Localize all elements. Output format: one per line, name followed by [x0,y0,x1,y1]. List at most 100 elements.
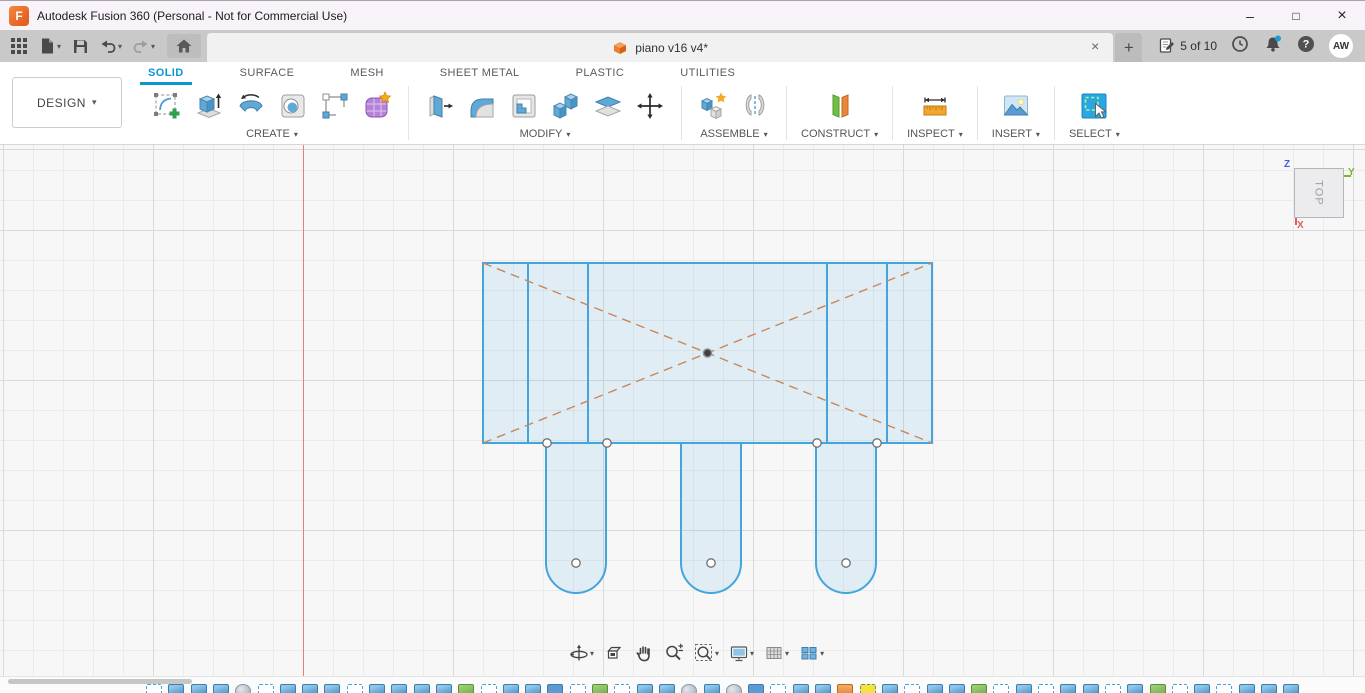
rectangular-pattern-icon[interactable] [318,87,352,125]
tab-sheet-metal[interactable]: SHEET METAL [432,62,528,85]
help-icon[interactable]: ? [1296,34,1316,59]
user-avatar[interactable]: AW [1329,34,1353,58]
display-settings-icon[interactable]: ▾ [726,641,757,665]
combine-icon[interactable] [549,87,583,125]
pan-icon[interactable] [631,641,657,665]
tab-solid[interactable]: SOLID [140,62,192,85]
timeline-feature-extrude[interactable] [1194,684,1211,693]
hole-icon[interactable] [276,87,310,125]
select-icon[interactable] [1077,87,1111,125]
timeline-feature-extrude[interactable] [1060,684,1077,693]
new-tab-button[interactable]: + [1115,33,1143,62]
timeline-feature-extrude[interactable] [190,684,207,693]
timeline-feature-extrude[interactable] [1127,684,1144,693]
sketch-geometry[interactable] [0,145,1365,676]
fit-icon[interactable]: ▾ [691,641,722,665]
timeline-feature-sketch[interactable] [614,684,631,693]
timeline-feature-sketch[interactable] [146,684,162,693]
home-button[interactable] [167,34,202,58]
timeline-feature-form[interactable] [1149,684,1166,693]
timeline-feature-extrude-flat[interactable] [748,684,765,693]
orbit-icon[interactable]: ▾ [566,641,597,665]
form-icon[interactable] [360,87,394,125]
timeline-feature-extrude[interactable] [324,684,341,693]
view-cube[interactable]: TOP [1294,168,1344,218]
shell-icon[interactable] [507,87,541,125]
timeline-feature-extrude[interactable] [792,684,809,693]
timeline-feature-extrude[interactable] [658,684,675,693]
timeline-feature-extrude[interactable] [502,684,519,693]
maximize-button[interactable]: □ [1273,1,1319,30]
timeline-feature-extrude[interactable] [435,684,452,693]
viewports-icon[interactable]: ▾ [796,641,827,665]
timeline-feature-sketch[interactable] [1038,684,1054,693]
tab-plastic[interactable]: PLASTIC [568,62,633,85]
timeline-feature-extrude[interactable] [279,684,296,693]
timeline-feature-extrude[interactable] [815,684,831,693]
timeline-feature-revolve[interactable] [681,684,698,693]
timeline-feature-extrude[interactable] [1261,684,1277,693]
grid-and-snaps-icon[interactable]: ▾ [761,641,792,665]
timeline-feature-extrude[interactable] [1238,684,1255,693]
construct-plane-icon[interactable] [823,87,857,125]
new-component-icon[interactable] [696,87,730,125]
timeline-feature-sketch[interactable] [480,684,497,693]
timeline-feature-revolve[interactable] [235,684,252,693]
group-label-select[interactable]: SELECT ▾ [1069,128,1120,140]
timeline-feature-revolve[interactable] [725,684,742,693]
timeline-feature-extrude[interactable] [413,684,430,693]
job-status-button[interactable]: 5 of 10 [1158,37,1217,55]
close-button[interactable]: × [1319,1,1365,30]
group-label-assemble[interactable]: ASSEMBLE ▾ [700,128,767,140]
undo-button[interactable]: ▾ [97,35,124,57]
split-body-icon[interactable] [591,87,625,125]
group-label-inspect[interactable]: INSPECT ▾ [907,128,963,140]
measure-icon[interactable] [918,87,952,125]
move-icon[interactable] [633,87,667,125]
timeline-feature-extrude[interactable] [212,684,229,693]
timeline-feature-sketch[interactable] [257,684,274,693]
timeline-feature-extrude[interactable] [168,684,185,693]
minimize-button[interactable]: – [1227,1,1273,30]
history-clock-icon[interactable] [1230,34,1250,59]
timeline-feature-extrude-flat[interactable] [547,684,564,693]
center-point[interactable] [702,348,713,358]
timeline-feature-sketch[interactable] [770,684,787,693]
timeline-feature-extrude[interactable] [881,684,898,693]
insert-image-icon[interactable] [999,87,1033,125]
sketch-tab[interactable] [680,442,742,594]
joint-icon[interactable] [738,87,772,125]
timeline-feature-extrude[interactable] [636,684,653,693]
document-tab-close-icon[interactable]: × [1087,38,1103,54]
notifications-bell-icon[interactable] [1263,34,1283,59]
sketch-tab[interactable] [815,442,877,594]
timeline-feature-form[interactable] [592,684,608,693]
timeline-feature-sketch[interactable] [569,684,586,693]
timeline-feature-sketch[interactable] [1171,684,1188,693]
model-canvas[interactable]: TOP Z Y X ▾ ▾ ▾ ▾ ▾ [0,145,1365,676]
timeline-feature-hole[interactable] [837,684,854,693]
create-sketch-icon[interactable] [150,87,184,125]
save-button[interactable] [69,35,91,57]
timeline-feature-extrude[interactable] [926,684,943,693]
app-grid-icon[interactable] [8,35,30,57]
file-menu-button[interactable]: ▾ [36,35,63,57]
timeline-scrollbar[interactable] [8,679,192,684]
timeline-feature-extrude[interactable] [369,684,385,693]
fillet-icon[interactable] [465,87,499,125]
tab-surface[interactable]: SURFACE [232,62,303,85]
group-label-modify[interactable]: MODIFY ▾ [520,128,571,140]
group-label-insert[interactable]: INSERT ▾ [992,128,1040,140]
sketch-tab[interactable] [545,442,607,594]
timeline-feature-sketch[interactable] [1104,684,1121,693]
workspace-selector[interactable]: DESIGN ▾ [12,77,122,128]
timeline-feature-extrude[interactable] [525,684,542,693]
timeline-feature-sketch[interactable] [346,684,363,693]
timeline-feature-form[interactable] [458,684,475,693]
timeline-feature-extrude[interactable] [703,684,720,693]
timeline-feature-extrude[interactable] [302,684,319,693]
timeline-feature-extrude[interactable] [1082,684,1099,693]
redo-button[interactable]: ▾ [130,35,157,57]
group-label-construct[interactable]: CONSTRUCT ▾ [801,128,878,140]
zoom-icon[interactable] [661,641,687,665]
